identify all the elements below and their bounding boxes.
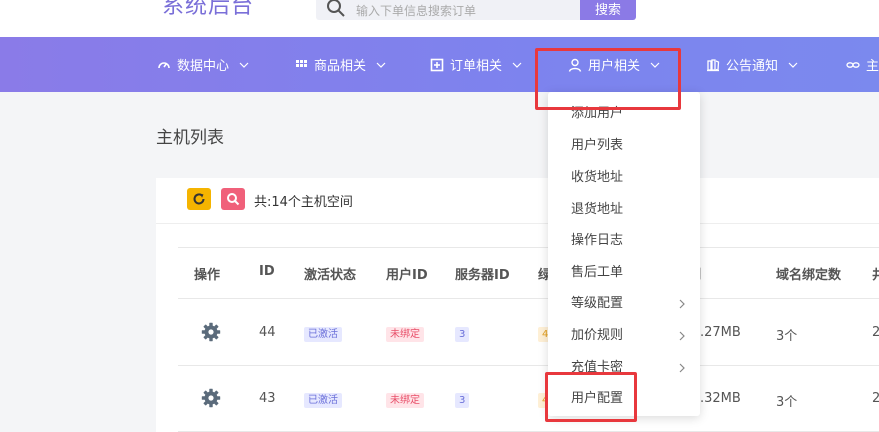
cell-size: .27MB	[700, 325, 741, 340]
menu-label: 售后工单	[571, 265, 624, 280]
cell-id: 43	[259, 391, 276, 406]
menu-item-level-config[interactable]: 等级配置	[548, 288, 700, 320]
row-divider	[178, 365, 879, 366]
link-icon	[846, 61, 860, 68]
menu-item-return-address[interactable]: 退货地址	[548, 194, 700, 226]
total-count: 共:14个主机空间	[254, 195, 353, 210]
host-list-card: 共:14个主机空间 操作 ID 激活状态 用户ID 服务器ID 绿 制 域名绑定…	[156, 178, 879, 432]
status-badge: 已激活	[304, 327, 342, 342]
host-table: 操作 ID 激活状态 用户ID 服务器ID 绿 制 域名绑定数 井	[178, 247, 879, 432]
grid-icon	[296, 59, 307, 67]
order-search-input[interactable]: 输入下单信息搜索订单	[316, 0, 580, 20]
cell-id: 44	[259, 325, 276, 340]
menu-label: 操作日志	[571, 233, 624, 248]
col-header: 操作	[194, 268, 221, 283]
menu-label: 用户列表	[571, 138, 624, 153]
refresh-button[interactable]	[187, 188, 211, 210]
main-nav: 数据中心 商品相关 订单相关 用户相关 公告通知 主	[0, 37, 879, 92]
col-header: 激活状态	[304, 268, 357, 283]
chevron-down-icon	[376, 62, 386, 68]
nav-label: 公告通知	[726, 59, 779, 74]
gear-icon[interactable]	[201, 322, 221, 342]
header-divider	[178, 298, 879, 299]
bookshelf-icon	[707, 58, 720, 71]
col-header: 域名绑定数	[776, 268, 842, 283]
chevron-down-icon	[788, 62, 798, 68]
menu-item-operation-log[interactable]: 操作日志	[548, 225, 700, 257]
nav-label: 数据中心	[177, 59, 230, 74]
nav-label: 主	[866, 59, 879, 74]
cell-extra: 2	[872, 391, 879, 406]
nav-item-orders[interactable]: 订单相关	[430, 37, 522, 92]
page-title: 主机列表	[156, 128, 224, 148]
server-badge: 3	[455, 393, 470, 408]
menu-label: 收货地址	[571, 170, 624, 185]
chevron-down-icon	[239, 62, 249, 68]
nav-item-products[interactable]: 商品相关	[294, 37, 386, 92]
highlight-box-users-nav	[535, 48, 681, 110]
nav-label: 商品相关	[314, 59, 367, 74]
nav-label: 订单相关	[450, 59, 503, 74]
col-header: 井	[872, 268, 879, 283]
nav-item-more[interactable]: 主	[846, 37, 879, 92]
chevron-right-icon	[679, 299, 685, 309]
col-header: 用户ID	[386, 268, 428, 283]
brand-title: 系统后台	[162, 0, 255, 19]
menu-item-after-sales[interactable]: 售后工单	[548, 257, 700, 289]
magnifier-icon	[227, 193, 240, 206]
menu-label: 加价规则	[571, 328, 624, 343]
chevron-right-icon	[679, 363, 685, 373]
chevron-down-icon	[512, 62, 522, 68]
search-toggle-button[interactable]	[221, 188, 245, 210]
dashboard-icon	[158, 61, 170, 68]
cell-extra: 2	[872, 325, 879, 340]
status-badge: 已激活	[304, 393, 342, 408]
menu-label: 退货地址	[571, 202, 624, 217]
col-header: ID	[259, 264, 275, 279]
menu-label: 等级配置	[571, 296, 624, 311]
menu-item-user-list[interactable]: 用户列表	[548, 130, 700, 162]
menu-item-shipping-address[interactable]: 收货地址	[548, 162, 700, 194]
server-badge: 3	[455, 327, 470, 342]
users-dropdown-menu: 添加用户 用户列表 收货地址 退货地址 操作日志 售后工单 等级配置 加价规则 …	[548, 92, 700, 416]
user-badge: 未绑定	[386, 393, 424, 408]
nav-item-notices[interactable]: 公告通知	[706, 37, 798, 92]
refresh-icon	[193, 193, 205, 205]
chevron-right-icon	[679, 331, 685, 341]
gear-icon[interactable]	[201, 388, 221, 408]
user-badge: 未绑定	[386, 327, 424, 342]
col-header: 服务器ID	[455, 268, 510, 283]
search-placeholder: 输入下单信息搜索订单	[356, 4, 477, 18]
search-button[interactable]: 搜索	[580, 0, 636, 20]
top-header: 系统后台 输入下单信息搜索订单 搜索	[0, 0, 879, 37]
cell-domains: 3个	[776, 395, 798, 410]
cell-domains: 3个	[776, 329, 798, 344]
card-toolbar: 共:14个主机空间	[156, 178, 879, 224]
search-icon	[327, 0, 345, 17]
highlight-box-user-config	[545, 372, 637, 422]
cell-size: .32MB	[700, 391, 741, 406]
plus-square-icon	[430, 58, 444, 71]
menu-item-markup-rules[interactable]: 加价规则	[548, 320, 700, 352]
nav-item-data-center[interactable]: 数据中心	[157, 37, 249, 92]
